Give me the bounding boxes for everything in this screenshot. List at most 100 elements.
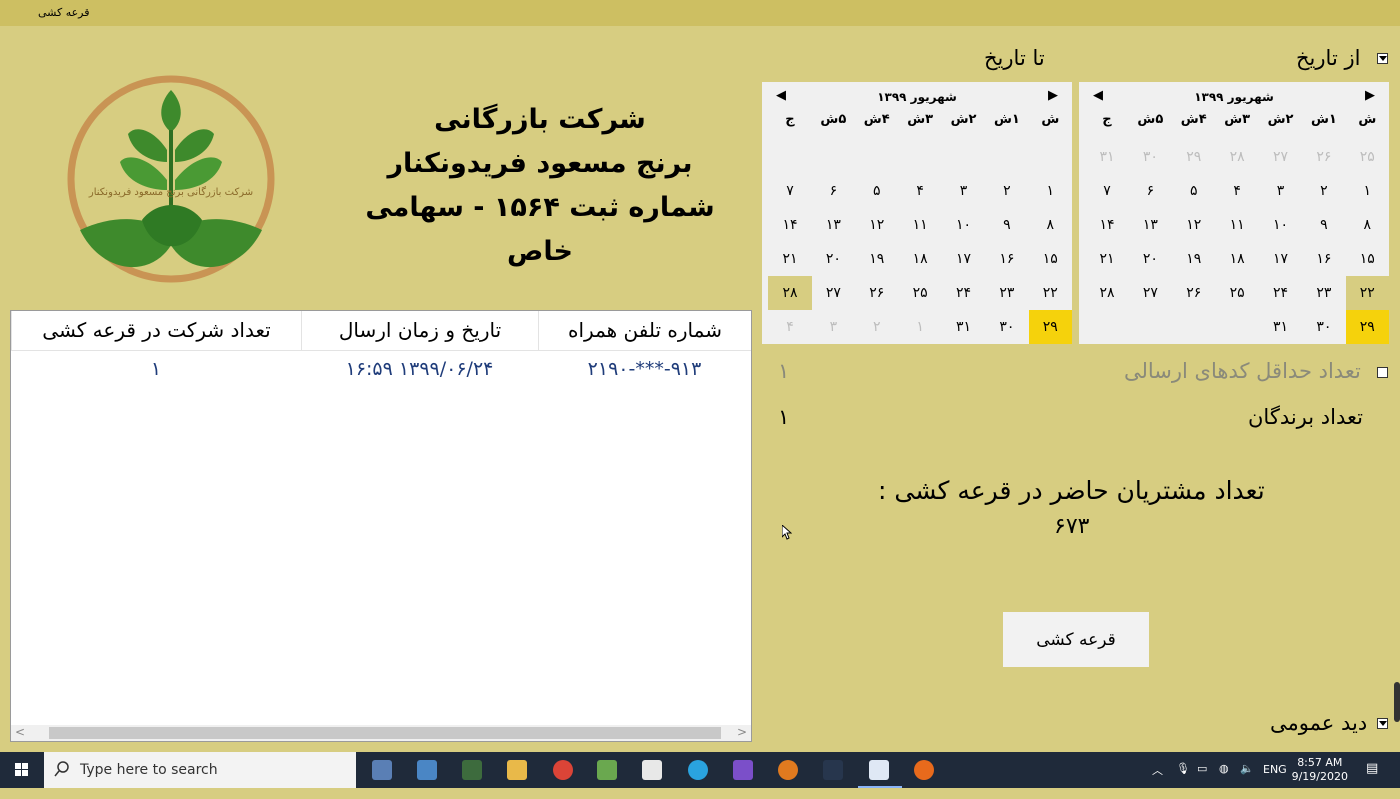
calendar-day[interactable]: ۲۳ bbox=[1302, 276, 1345, 310]
min-codes-checkbox[interactable] bbox=[1377, 367, 1388, 378]
calendar-day[interactable]: ۲۱ bbox=[1085, 242, 1128, 276]
calendar-day[interactable]: ۲۶ bbox=[1302, 140, 1345, 174]
calendar-day[interactable]: ۳ bbox=[1259, 174, 1302, 208]
calendar-day[interactable]: ۱۰ bbox=[1259, 208, 1302, 242]
calendar-day[interactable]: ۱۷ bbox=[1259, 242, 1302, 276]
firefox-icon[interactable] bbox=[778, 760, 798, 780]
calendar-day[interactable]: ۲۳ bbox=[985, 276, 1028, 310]
calendar-day[interactable]: ۲۸ bbox=[1215, 140, 1258, 174]
calendar-day[interactable]: ۱۱ bbox=[898, 208, 941, 242]
calendar-day[interactable]: ۲۲ bbox=[1029, 276, 1072, 310]
calendar-day[interactable]: ۶ bbox=[1129, 174, 1172, 208]
file-explorer-icon[interactable] bbox=[507, 760, 527, 780]
calendar-day[interactable]: ۲۹ bbox=[1345, 310, 1389, 344]
participants-table[interactable]: شماره تلفن همراه تاریخ و زمان ارسال تعدا… bbox=[10, 310, 752, 742]
calendar-day[interactable]: ۲ bbox=[985, 174, 1028, 208]
calendar-day[interactable]: ۲ bbox=[855, 310, 898, 344]
calendar-day[interactable]: ۳۱ bbox=[1085, 140, 1128, 174]
calendar-day[interactable]: ۷ bbox=[768, 174, 811, 208]
next-month-icon[interactable]: ▶ bbox=[1048, 88, 1058, 103]
network-app-icon[interactable] bbox=[372, 760, 392, 780]
network-globe-icon[interactable]: ◍ bbox=[1219, 762, 1229, 798]
draw-button[interactable]: قرعه کشی bbox=[1003, 612, 1149, 667]
min-codes-value[interactable]: ۱ bbox=[778, 359, 789, 383]
calendar-day[interactable]: ۱۷ bbox=[942, 242, 985, 276]
remote-desktop-icon[interactable] bbox=[417, 760, 437, 780]
calendar-day[interactable]: ۳۰ bbox=[1302, 310, 1345, 344]
calendar-day[interactable]: ۲۵ bbox=[898, 276, 941, 310]
calendar-day[interactable]: ۱۴ bbox=[1085, 208, 1128, 242]
scroll-left-icon[interactable]: < bbox=[15, 725, 25, 739]
calendar-day[interactable]: ۳۰ bbox=[1129, 140, 1172, 174]
calendar-day[interactable]: ۲۹ bbox=[1028, 310, 1072, 344]
taskbar-search-box[interactable]: Type here to search bbox=[44, 752, 356, 788]
calendar-days-grid[interactable]: ۱ ۲ ۳ ۴ ۵ ۶ ۷ ۸ ۹ ۱۰ ۱۱ ۱۲ ۱۳ ۱۴ ۱۵ ۱۶ ۱۷ ۱۸ ۱۹ ۲۰ ۲۱ ۲۲ ۲۳ ۲۴ ۲… bbox=[762, 140, 1072, 344]
calendar-day[interactable]: ۲۸ bbox=[1085, 276, 1128, 310]
calendar-day[interactable]: ۲۰ bbox=[812, 242, 855, 276]
calendar-day[interactable]: ۲ bbox=[1302, 174, 1345, 208]
calendar-day[interactable]: ۲۷ bbox=[812, 276, 855, 310]
overview-checkbox[interactable] bbox=[1377, 718, 1388, 729]
calendar-day[interactable]: ۲۶ bbox=[855, 276, 898, 310]
calendar-day[interactable]: ۱۸ bbox=[1215, 242, 1258, 276]
vertical-scrollbar-thumb[interactable] bbox=[1394, 682, 1400, 722]
calendar-day[interactable]: ۵ bbox=[1172, 174, 1215, 208]
calendar-day[interactable]: ۲۷ bbox=[1259, 140, 1302, 174]
battery-icon[interactable]: ▭ bbox=[1197, 762, 1207, 798]
calendar-day[interactable]: ۲۵ bbox=[1346, 140, 1389, 174]
calendar-day[interactable]: ۱۲ bbox=[855, 208, 898, 242]
column-header-datetime[interactable]: تاریخ و زمان ارسال bbox=[301, 311, 538, 350]
winners-value[interactable]: ۱ bbox=[778, 405, 789, 429]
image-editor-icon[interactable] bbox=[597, 760, 617, 780]
calendar-day[interactable]: ۲۵ bbox=[1215, 276, 1258, 310]
calendar-day[interactable]: ۴ bbox=[1215, 174, 1258, 208]
horizontal-scrollbar[interactable]: < > bbox=[11, 725, 751, 741]
system-clock[interactable]: 8:57 AM 9/19/2020 bbox=[1292, 756, 1348, 784]
calendar-day[interactable]: ۹ bbox=[1302, 208, 1345, 242]
security-shield-icon[interactable] bbox=[642, 760, 662, 780]
tray-chevron-icon[interactable]: ︿ bbox=[1152, 762, 1163, 798]
calendar-day[interactable]: ۱۴ bbox=[768, 208, 811, 242]
calendar-day[interactable]: ۲۱ bbox=[768, 242, 811, 276]
active-app-icon[interactable] bbox=[869, 760, 889, 780]
scrollbar-thumb[interactable] bbox=[49, 727, 721, 739]
table-row[interactable]: ۹۱۳-***-۲۱۹۰ ۱۳۹۹/۰۶/۲۴ ۱۶:۵۹ ۱ bbox=[11, 352, 751, 386]
visual-studio-icon[interactable] bbox=[733, 760, 753, 780]
calendar-day[interactable]: ۲۸ bbox=[768, 276, 812, 310]
calendar-day[interactable]: ۴ bbox=[898, 174, 941, 208]
calendar-day[interactable]: ۲۰ bbox=[1129, 242, 1172, 276]
volume-icon[interactable]: 🔈 bbox=[1240, 762, 1254, 798]
microphone-icon[interactable]: 🎙 bbox=[1176, 762, 1190, 798]
calendar-day[interactable]: ۱۸ bbox=[898, 242, 941, 276]
calendar-day[interactable]: ۳۱ bbox=[1259, 310, 1302, 344]
notifications-icon[interactable]: ▤ bbox=[1366, 761, 1378, 797]
app-manager-icon[interactable] bbox=[462, 760, 482, 780]
calendar-day[interactable]: ۱۳ bbox=[812, 208, 855, 242]
calendar-day[interactable]: ۸ bbox=[1029, 208, 1072, 242]
from-date-calendar[interactable]: ◀ شهریور ۱۳۹۹ ▶ ش ۱ش ۲ش ۳ش ۴ش ۵ش ج ۲۵ ۲۶ ۲۷ ۲۸ ۲۹ ۳… bbox=[1079, 82, 1389, 344]
calendar-days-grid[interactable]: ۲۵ ۲۶ ۲۷ ۲۸ ۲۹ ۳۰ ۳۱ ۱ ۲ ۳ ۴ ۵ ۶ ۷ ۸ ۹ ۱۰ ۱۱ ۱۲ ۱۳ ۱۴ ۱۵ ۱۶ ۱۷ ۱… bbox=[1079, 140, 1389, 344]
calendar-day[interactable]: ۱۹ bbox=[855, 242, 898, 276]
column-header-phone[interactable]: شماره تلفن همراه bbox=[538, 311, 751, 350]
calendar-day[interactable]: ۱۲ bbox=[1172, 208, 1215, 242]
from-date-checkbox[interactable] bbox=[1377, 53, 1388, 64]
calendar-day[interactable]: ۳۱ bbox=[942, 310, 985, 344]
column-header-count[interactable]: تعداد شرکت در قرعه کشی bbox=[11, 311, 301, 350]
ssms-icon[interactable] bbox=[823, 760, 843, 780]
scroll-right-icon[interactable]: > bbox=[737, 725, 747, 739]
to-date-calendar[interactable]: ◀ شهریور ۱۳۹۹ ▶ ش ۱ش ۲ش ۳ش ۴ش ۵ش ج ۱ ۲ ۳ ۴ ۵ ۶ ۷ ۸ ۹ ۱۰… bbox=[762, 82, 1072, 344]
calendar-day[interactable]: ۳ bbox=[942, 174, 985, 208]
calendar-day[interactable]: ۹ bbox=[985, 208, 1028, 242]
calendar-day[interactable]: ۲۷ bbox=[1129, 276, 1172, 310]
calendar-day[interactable]: ۲۶ bbox=[1172, 276, 1215, 310]
calendar-day[interactable]: ۱ bbox=[898, 310, 941, 344]
calendar-day[interactable]: ۷ bbox=[1085, 174, 1128, 208]
calendar-day[interactable]: ۲۴ bbox=[942, 276, 985, 310]
calendar-day[interactable]: ۲۲ bbox=[1345, 276, 1389, 310]
calendar-day[interactable]: ۱ bbox=[1346, 174, 1389, 208]
calendar-day[interactable]: ۴ bbox=[768, 310, 811, 344]
calendar-day[interactable]: ۱۶ bbox=[1302, 242, 1345, 276]
calendar-day[interactable]: ۳۰ bbox=[985, 310, 1028, 344]
calendar-day[interactable]: ۸ bbox=[1346, 208, 1389, 242]
calendar-day[interactable]: ۲۴ bbox=[1259, 276, 1302, 310]
